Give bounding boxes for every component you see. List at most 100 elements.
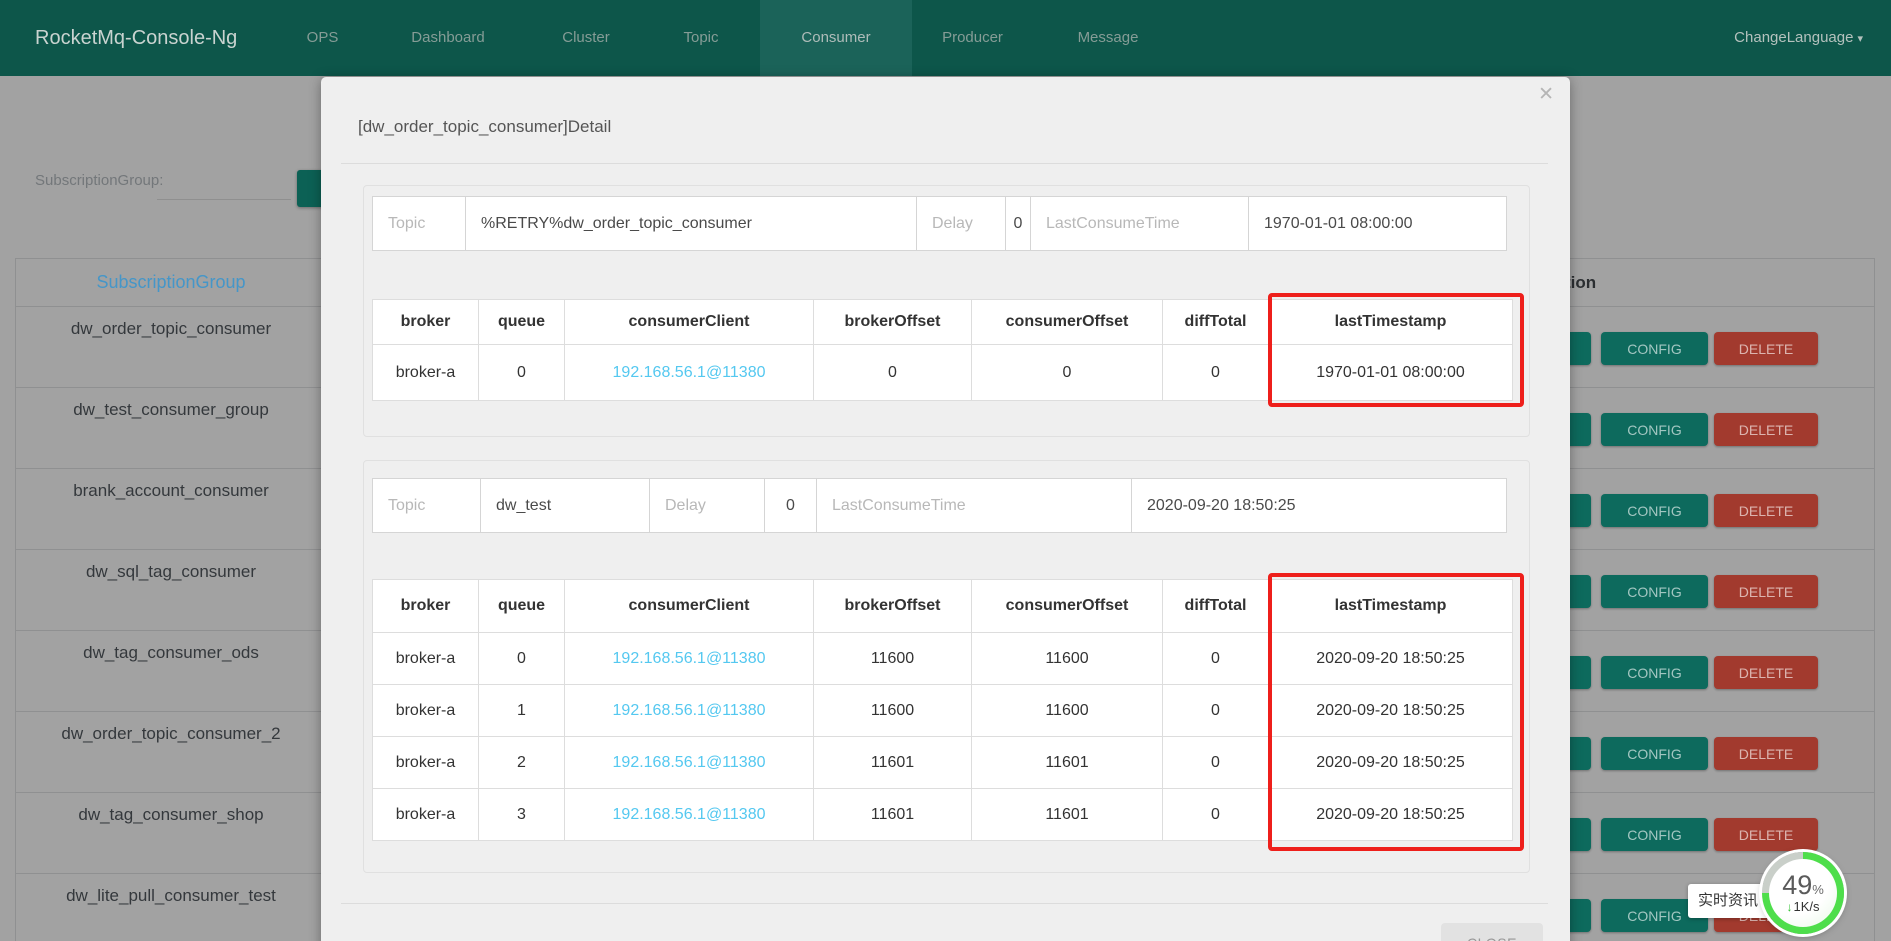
brand-logo[interactable]: RocketMq-Console-Ng xyxy=(35,0,237,76)
footer-divider xyxy=(341,903,1548,904)
col-broker-offset: brokerOffset xyxy=(814,580,972,633)
nav-item-cluster[interactable]: Cluster xyxy=(548,0,624,76)
last-timestamp-cell: 2020-09-20 18:50:25 xyxy=(1269,789,1513,841)
nav-item-dashboard[interactable]: Dashboard xyxy=(392,0,504,76)
close-button[interactable]: CLOSE xyxy=(1441,923,1543,941)
diff-total-cell: 0 xyxy=(1163,789,1269,841)
table-row: broker-a 0 192.168.56.1@11380 11600 1160… xyxy=(373,633,1513,685)
topic-label: Topic xyxy=(372,478,481,533)
last-consume-time-label: LastConsumeTime xyxy=(816,478,1132,533)
col-queue: queue xyxy=(479,300,565,345)
topic-value-field[interactable]: dw_test xyxy=(480,478,650,533)
queue-cell: 2 xyxy=(479,737,565,789)
last-consume-time-field[interactable]: 1970-01-01 08:00:00 xyxy=(1248,196,1507,251)
row-label: dw_lite_pull_consumer_test xyxy=(16,886,326,906)
dialog-title: [dw_order_topic_consumer]Detail xyxy=(358,117,611,137)
broker-cell: broker-a xyxy=(373,345,479,401)
row-label: brank_account_consumer xyxy=(16,481,326,501)
config-button[interactable]: CONFIG xyxy=(1601,656,1708,689)
broker-cell: broker-a xyxy=(373,633,479,685)
config-button[interactable]: CONFIG xyxy=(1601,737,1708,770)
topic-info-row: Topic dw_test Delay 0 LastConsumeTime 20… xyxy=(372,478,1512,533)
col-diff-total: diffTotal xyxy=(1163,580,1269,633)
config-button[interactable]: CONFIG xyxy=(1601,494,1708,527)
broker-offset-cell: 11600 xyxy=(814,685,972,737)
table-row: broker-a 2 192.168.56.1@11380 11601 1160… xyxy=(373,737,1513,789)
topic-label: Topic xyxy=(372,196,466,251)
delete-button[interactable]: DELETE xyxy=(1714,818,1818,851)
screen: SubscriptionGroup: SubscriptionGroup tio… xyxy=(0,0,1891,941)
broker-cell: broker-a xyxy=(373,737,479,789)
row-label: dw_tag_consumer_ods xyxy=(16,643,326,663)
consumer-offset-cell: 11601 xyxy=(972,737,1163,789)
consumer-client-link[interactable]: 192.168.56.1@11380 xyxy=(565,737,814,789)
progress-circle-widget[interactable]: 49% ↓1K/s xyxy=(1762,852,1844,934)
delete-button[interactable]: DELETE xyxy=(1714,494,1818,527)
consumer-client-link[interactable]: 192.168.56.1@11380 xyxy=(565,685,814,737)
topic-info-row: Topic %RETRY%dw_order_topic_consumer Del… xyxy=(372,196,1512,251)
title-divider xyxy=(341,163,1548,164)
consumer-client-link[interactable]: 192.168.56.1@11380 xyxy=(565,633,814,685)
nav-item-message[interactable]: Message xyxy=(1058,0,1158,76)
config-button[interactable]: CONFIG xyxy=(1601,575,1708,608)
dw-test-topic-section: Topic dw_test Delay 0 LastConsumeTime 20… xyxy=(363,460,1530,873)
last-timestamp-cell: 2020-09-20 18:50:25 xyxy=(1269,737,1513,789)
broker-cell: broker-a xyxy=(373,789,479,841)
last-timestamp-cell: 2020-09-20 18:50:25 xyxy=(1269,685,1513,737)
delete-button[interactable]: DELETE xyxy=(1714,413,1818,446)
diff-total-cell: 0 xyxy=(1163,737,1269,789)
delete-button[interactable]: DELETE xyxy=(1714,656,1818,689)
consumer-queue-table: broker queue consumerClient brokerOffset… xyxy=(372,299,1513,401)
row-label: dw_order_topic_consumer_2 xyxy=(16,724,326,744)
row-label: dw_order_topic_consumer xyxy=(16,319,326,339)
retry-topic-section: Topic %RETRY%dw_order_topic_consumer Del… xyxy=(363,185,1530,437)
diff-total-cell: 0 xyxy=(1163,633,1269,685)
row-label: dw_sql_tag_consumer xyxy=(16,562,326,582)
queue-cell: 1 xyxy=(479,685,565,737)
nav-item-producer[interactable]: Producer xyxy=(925,0,1020,76)
change-language-label: ChangeLanguage xyxy=(1734,29,1853,46)
col-diff-total: diffTotal xyxy=(1163,300,1269,345)
column-header-subscription-group[interactable]: SubscriptionGroup xyxy=(16,259,326,306)
subscription-group-input[interactable] xyxy=(157,174,291,200)
last-consume-time-field[interactable]: 2020-09-20 18:50:25 xyxy=(1131,478,1507,533)
download-speed: 1K/s xyxy=(1793,899,1819,914)
delay-value-field[interactable]: 0 xyxy=(1005,196,1031,251)
change-language-dropdown[interactable]: ChangeLanguage▾ xyxy=(1734,0,1863,77)
percent-sign: % xyxy=(1812,882,1824,897)
table-header-row: broker queue consumerClient brokerOffset… xyxy=(373,300,1513,345)
config-button[interactable]: CONFIG xyxy=(1601,332,1708,365)
nav-item-consumer[interactable]: Consumer xyxy=(760,0,912,76)
close-icon[interactable]: ✕ xyxy=(1538,85,1554,104)
queue-cell: 3 xyxy=(479,789,565,841)
delete-button[interactable]: DELETE xyxy=(1714,332,1818,365)
config-button[interactable]: CONFIG xyxy=(1601,413,1708,446)
row-label: dw_test_consumer_group xyxy=(16,400,326,420)
table-header-row: broker queue consumerClient brokerOffset… xyxy=(373,580,1513,633)
col-consumer-offset: consumerOffset xyxy=(972,300,1163,345)
last-timestamp-cell: 2020-09-20 18:50:25 xyxy=(1269,633,1513,685)
col-consumer-offset: consumerOffset xyxy=(972,580,1163,633)
delete-button[interactable]: DELETE xyxy=(1714,575,1818,608)
diff-total-cell: 0 xyxy=(1163,685,1269,737)
row-label: dw_tag_consumer_shop xyxy=(16,805,326,825)
col-queue: queue xyxy=(479,580,565,633)
nav-item-ops[interactable]: OPS xyxy=(285,0,360,76)
download-arrow-icon: ↓ xyxy=(1786,900,1792,914)
broker-cell: broker-a xyxy=(373,685,479,737)
queue-cell: 0 xyxy=(479,633,565,685)
delay-value-field[interactable]: 0 xyxy=(764,478,817,533)
consumer-detail-dialog: ✕ [dw_order_topic_consumer]Detail Topic … xyxy=(321,77,1570,941)
diff-total-cell: 0 xyxy=(1163,345,1269,401)
progress-circle-inner: 49% ↓1K/s xyxy=(1769,859,1837,927)
last-timestamp-cell: 1970-01-01 08:00:00 xyxy=(1269,345,1513,401)
broker-offset-cell: 11601 xyxy=(814,789,972,841)
nav-item-topic[interactable]: Topic xyxy=(668,0,734,76)
topic-value-field[interactable]: %RETRY%dw_order_topic_consumer xyxy=(465,196,917,251)
delete-button[interactable]: DELETE xyxy=(1714,737,1818,770)
config-button[interactable]: CONFIG xyxy=(1601,818,1708,851)
consumer-client-link[interactable]: 192.168.56.1@11380 xyxy=(565,789,814,841)
last-consume-time-label: LastConsumeTime xyxy=(1030,196,1249,251)
table-row: broker-a 3 192.168.56.1@11380 11601 1160… xyxy=(373,789,1513,841)
consumer-client-link[interactable]: 192.168.56.1@11380 xyxy=(565,345,814,401)
